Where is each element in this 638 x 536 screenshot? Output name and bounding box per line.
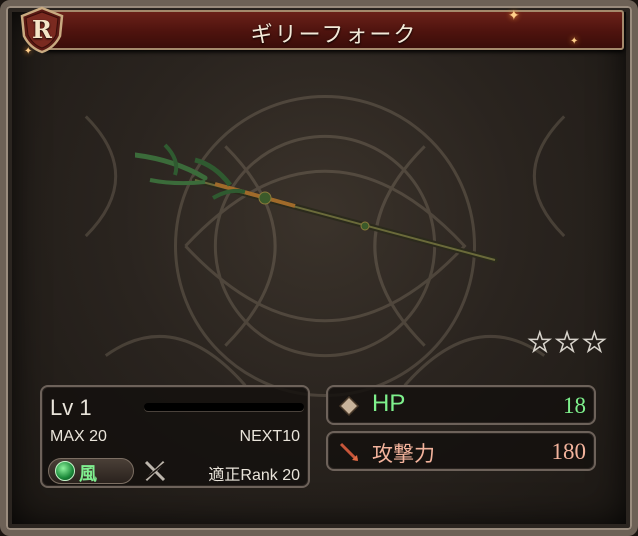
- trident-spear-icon: [135, 143, 498, 263]
- star-icon: ★: [527, 328, 552, 358]
- element-badge: 風: [48, 458, 134, 485]
- attack-value: 180: [551, 439, 587, 464]
- hp-value: 18: [563, 393, 586, 418]
- next-exp-label: NEXT10: [239, 428, 300, 445]
- crossed-swords-disabled-icon: [143, 460, 167, 482]
- attack-label: 攻撃力: [372, 442, 435, 466]
- star-icon: ★: [582, 328, 607, 358]
- title-bar: ギリーフォーク: [44, 10, 624, 50]
- rarity-letter: R: [32, 15, 52, 44]
- sparkle-icon: ✦: [508, 8, 520, 24]
- rarity-stars: ★ ★ ★: [527, 328, 607, 358]
- star-icon: ★: [555, 328, 580, 358]
- exp-bar: [144, 403, 304, 411]
- diamond-icon: [338, 395, 360, 417]
- attack-stat-row: 攻撃力 180: [326, 431, 596, 471]
- level-label: Lv 1: [50, 395, 92, 420]
- wind-element-icon: [55, 461, 75, 481]
- element-label: 風: [79, 464, 97, 485]
- weapon-name: ギリーフォーク: [250, 23, 418, 48]
- rarity-r-icon: R: [18, 6, 66, 54]
- max-level-label: MAX 20: [50, 428, 107, 445]
- spear-attack-icon: [339, 442, 359, 462]
- hp-stat-row: HP 18: [326, 385, 596, 425]
- rank-label: 適正Rank 20: [208, 467, 300, 484]
- sparkle-icon: ✦: [570, 36, 579, 47]
- hp-label: HP: [372, 390, 406, 417]
- level-panel: Lv 1 MAX 20 NEXT10 風 適正Rank 20: [40, 385, 310, 488]
